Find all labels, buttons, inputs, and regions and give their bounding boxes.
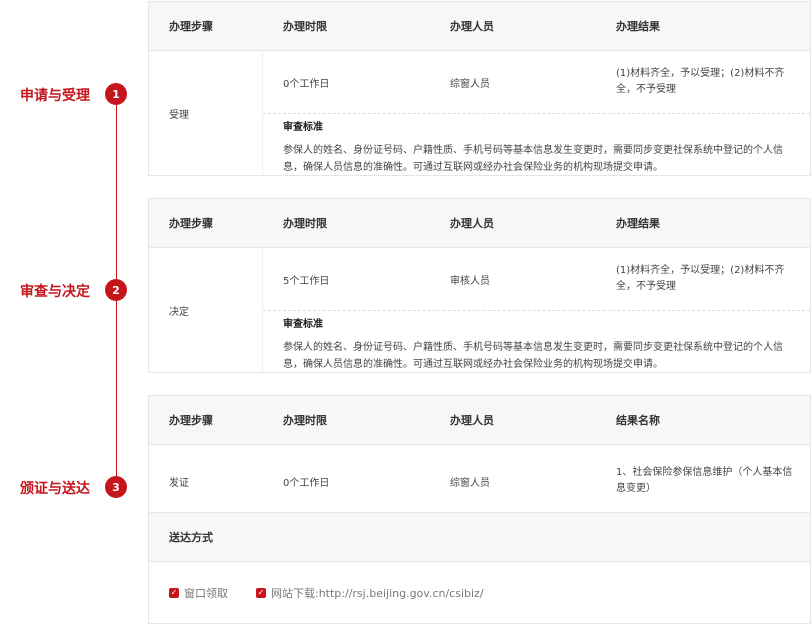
delivery-title: 送达方式 [149,513,810,562]
header-step: 办理步骤 [169,217,213,230]
step-label-apply: 申请与受理 [20,88,90,104]
result-name-text: 1、社会保险参保信息维护（个人基本信息变更） [616,467,793,494]
header-result-name: 结果名称 [616,414,660,427]
header-person: 办理人员 [450,217,494,230]
step-label-issue: 颁证与送达 [20,481,90,497]
header-person: 办理人员 [450,414,494,427]
step-name: 决定 [149,248,263,373]
header-time: 办理时限 [283,217,327,230]
table-header: 办理步骤 办理时限 办理人员 办理结果 [149,2,810,51]
standard-text: 参保人的姓名、身份证号码、户籍性质、手机号码等基本信息发生变更时，需要同步变更社… [283,342,783,370]
time-limit: 0个工作日 [283,78,330,90]
standard-text: 参保人的姓名、身份证号码、户籍性质、手机号码等基本信息发生变更时，需要同步变更社… [283,145,783,173]
step-number-2: 2 [105,279,127,301]
delivery-section: 送达方式 ✓ 窗口领取 ✓ 网站下载:http://rsj.beijing.go… [148,512,811,624]
checkbox-checked-icon[interactable]: ✓ [256,588,266,598]
checkbox-checked-icon[interactable]: ✓ [169,588,179,598]
option-label: 窗口领取 [184,587,228,600]
handler: 综窗人员 [450,477,490,489]
step-number-1: 1 [105,83,127,105]
step-label-review: 审查与决定 [20,284,90,300]
table-header: 办理步骤 办理时限 办理人员 办理结果 [149,199,810,248]
step-table-accept: 办理步骤 办理时限 办理人员 办理结果 受理 0个工作日 综窗人员 (1)材料齐… [148,1,811,176]
result-text: (1)材料齐全，予以受理；(2)材料不齐全，不予受理 [616,265,785,292]
handler: 审核人员 [450,275,490,287]
header-time: 办理时限 [283,414,327,427]
header-result: 办理结果 [616,20,660,33]
standard-title: 审查标准 [283,319,323,330]
header-step: 办理步骤 [169,414,213,427]
header-step: 办理步骤 [169,20,213,33]
step-table-decide: 办理步骤 办理时限 办理人员 办理结果 决定 5个工作日 审核人员 (1)材料齐… [148,198,811,373]
handler: 综窗人员 [450,78,490,90]
delivery-option-window[interactable]: ✓ 窗口领取 [169,585,228,601]
header-person: 办理人员 [450,20,494,33]
delivery-option-download[interactable]: ✓ 网站下载:http://rsj.beijing.gov.cn/csibiz/ [256,585,484,601]
option-label: 网站下载:http://rsj.beijing.gov.cn/csibiz/ [271,587,484,600]
standard-title: 审查标准 [283,122,323,133]
time-limit: 0个工作日 [283,477,330,489]
step-number-3: 3 [105,476,127,498]
step-name: 受理 [149,51,263,176]
result-text: (1)材料齐全，予以受理；(2)材料不齐全，不予受理 [616,68,785,95]
process-stepper: 申请与受理 1 审查与决定 2 颁证与送达 3 [0,0,145,627]
header-result: 办理结果 [616,217,660,230]
step-table-issue: 办理步骤 办理时限 办理人员 结果名称 发证 0个工作日 综窗人员 1、社会保险… [148,395,811,515]
table-header: 办理步骤 办理时限 办理人员 结果名称 [149,396,810,445]
step-name: 发证 [169,477,189,489]
header-time: 办理时限 [283,20,327,33]
time-limit: 5个工作日 [283,275,330,287]
